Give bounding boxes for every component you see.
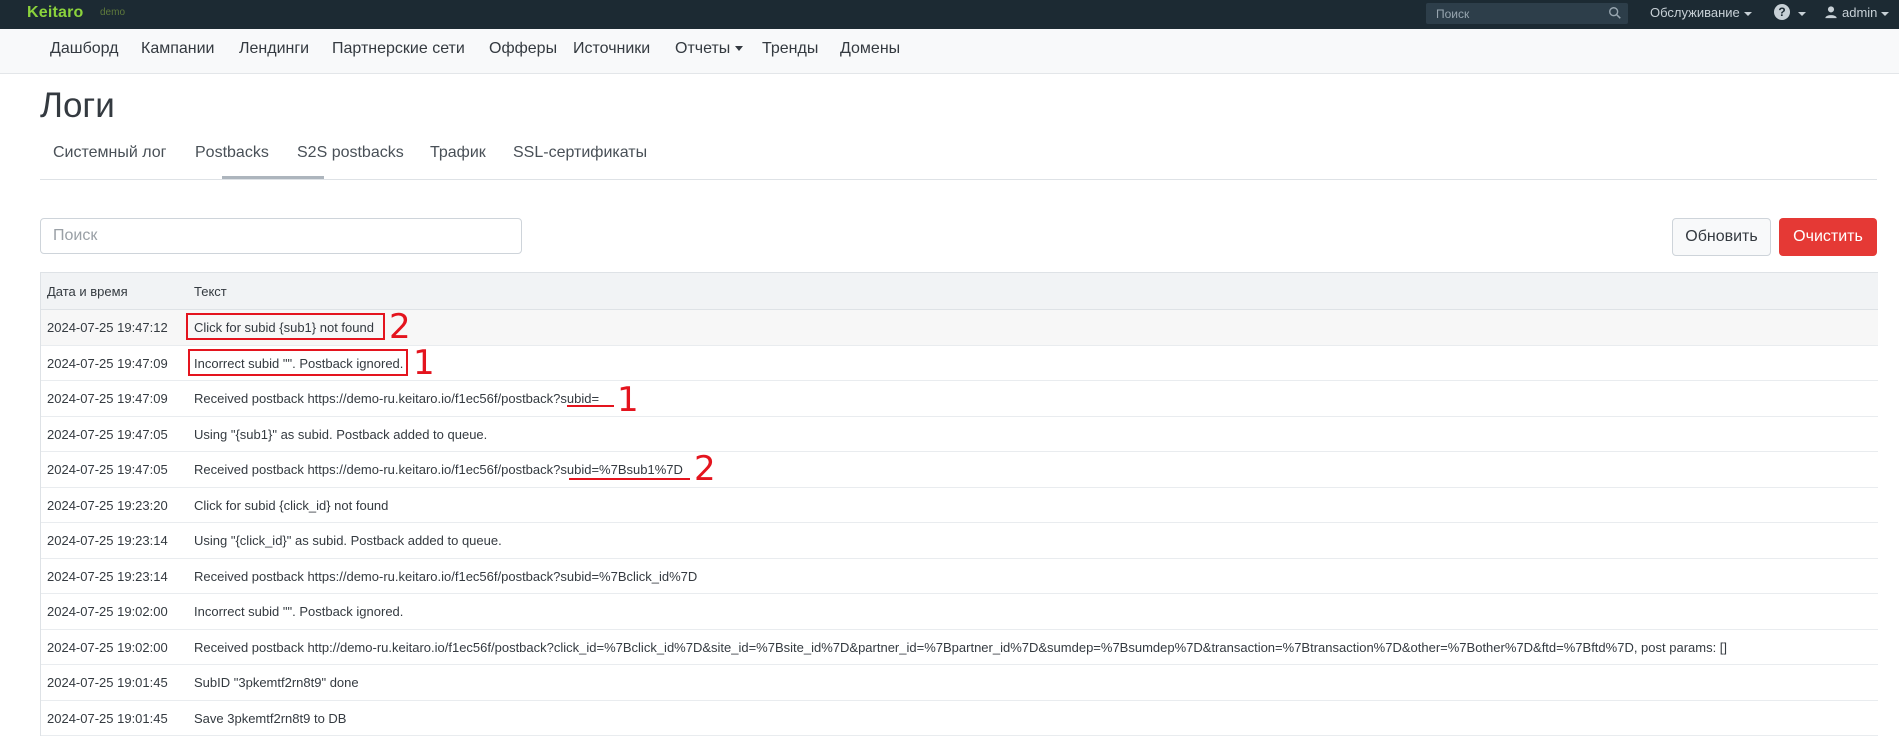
nav-domains[interactable]: Домены xyxy=(840,40,900,58)
table-row: 2024-07-25 19:01:45 SubID "3pkemtf2rn8t9"… xyxy=(41,665,1878,701)
search-placeholder: Поиск xyxy=(53,227,98,244)
service-menu[interactable]: Обслуживание xyxy=(1650,5,1752,20)
row-date: 2024-07-25 19:47:05 xyxy=(47,426,168,442)
row-text: Save 3pkemtf2rn8t9 to DB xyxy=(194,710,347,726)
row-date: 2024-07-25 19:23:14 xyxy=(47,568,168,584)
page-title: Логи xyxy=(40,86,115,125)
annotation-number-2: 2 xyxy=(389,307,411,347)
search-icon[interactable] xyxy=(1608,6,1622,20)
top-search-field[interactable]: Поиск xyxy=(1426,3,1628,24)
annotation-number-2: 2 xyxy=(694,449,716,489)
row-date: 2024-07-25 19:01:45 xyxy=(47,675,168,690)
nav-trends[interactable]: Тренды xyxy=(762,40,818,58)
row-date: 2024-07-25 19:47:09 xyxy=(47,355,168,371)
nav-dashboard[interactable]: Дашборд xyxy=(50,40,119,58)
table-row: 2024-07-25 19:23:14 Received postback htt… xyxy=(41,559,1878,594)
row-text: Incorrect subid "". Postback ignored. xyxy=(194,604,404,619)
table-row: 2024-07-25 19:01:45 Save 3pkemtf2rn8t9 to… xyxy=(41,701,1878,736)
row-date: 2024-07-25 19:02:00 xyxy=(47,639,168,655)
row-text: Using "{click_id}" as subid. Postback ad… xyxy=(194,533,502,548)
annotation-box-2 xyxy=(186,313,385,340)
tab-traffic[interactable]: Трафик xyxy=(430,144,486,162)
tab-s2s-postbacks[interactable]: S2S postbacks xyxy=(297,144,404,162)
nav-landings[interactable]: Лендинги xyxy=(239,40,309,58)
row-date: 2024-07-25 19:47:05 xyxy=(47,462,168,477)
table-row: 2024-07-25 19:47:05 Received postback htt… xyxy=(41,452,1878,488)
main-nav: Дашборд Кампании Лендинги Партнерские се… xyxy=(0,29,1899,74)
row-date: 2024-07-25 19:23:14 xyxy=(47,533,168,548)
row-date: 2024-07-25 19:01:45 xyxy=(47,710,168,726)
row-date: 2024-07-25 19:47:12 xyxy=(47,320,168,335)
annotation-underline-1 xyxy=(567,405,614,407)
row-date: 2024-07-25 19:02:00 xyxy=(47,604,168,619)
clear-button[interactable]: Очистить xyxy=(1779,218,1877,256)
nav-reports-label: Отчеты xyxy=(675,40,731,57)
header-date: Дата и время xyxy=(47,284,128,299)
row-date: 2024-07-25 19:47:09 xyxy=(47,391,168,406)
app-logo[interactable]: Keitaro xyxy=(27,4,84,22)
table-row: 2024-07-25 19:23:20 Click for subid {clic… xyxy=(41,488,1878,523)
table-row: 2024-07-25 19:23:14 Using "{click_id}" as… xyxy=(41,523,1878,559)
annotation-number-1: 1 xyxy=(413,343,435,383)
tab-postbacks[interactable]: Postbacks xyxy=(195,144,269,162)
row-text: Using "{sub1}" as subid. Postback added … xyxy=(194,426,488,442)
table-row: 2024-07-25 19:47:09 Received postback htt… xyxy=(41,381,1878,417)
row-text: Click for subid {click_id} not found xyxy=(194,497,389,513)
chevron-down-icon xyxy=(1881,11,1890,16)
row-text: Received postback https://demo-ru.keitar… xyxy=(194,568,698,584)
table-row: 2024-07-25 19:02:00 Incorrect subid "". P… xyxy=(41,594,1878,630)
row-text: Received postback https://demo-ru.keitar… xyxy=(194,391,600,406)
table-header: Дата и время Текст xyxy=(41,273,1878,310)
user-menu-label: admin xyxy=(1842,5,1878,20)
tab-ssl-certificates[interactable]: SSL-сертификаты xyxy=(513,144,647,162)
help-icon[interactable]: ? xyxy=(1774,4,1790,20)
row-text: Received postback https://demo-ru.keitar… xyxy=(194,462,683,477)
row-text: Received postback http://demo-ru.keitaro… xyxy=(194,639,1728,655)
user-icon xyxy=(1825,6,1837,19)
annotation-underline-2 xyxy=(569,478,690,480)
row-text: SubID "3pkemtf2rn8t9" done xyxy=(194,675,359,690)
annotation-box-1 xyxy=(188,349,408,376)
header-text: Текст xyxy=(194,284,227,299)
active-tab-indicator xyxy=(222,176,324,179)
nav-campaigns[interactable]: Кампании xyxy=(141,40,215,58)
chevron-down-icon xyxy=(1798,12,1806,16)
chevron-down-icon xyxy=(735,46,744,52)
service-menu-label: Обслуживание xyxy=(1650,5,1740,20)
annotation-number-1: 1 xyxy=(617,380,639,420)
table-row: 2024-07-25 19:47:05 Using "{sub1}" as sub… xyxy=(41,417,1878,452)
log-table: Дата и время Текст 2024-07-25 19:47:12 Cl… xyxy=(40,272,1878,736)
top-bar: Keitaro demo Поиск Обслуживание ? admin xyxy=(0,0,1899,29)
row-date: 2024-07-25 19:23:20 xyxy=(47,497,168,513)
nav-offers[interactable]: Офферы xyxy=(489,40,557,58)
log-search-input[interactable]: Поиск xyxy=(40,218,522,254)
user-menu[interactable]: admin xyxy=(1842,5,1890,20)
table-row: 2024-07-25 19:02:00 Received postback htt… xyxy=(41,630,1878,665)
chevron-down-icon xyxy=(1743,11,1752,16)
log-tabs: Системный лог Postbacks S2S postbacks Тр… xyxy=(40,141,1877,180)
nav-affiliate-networks[interactable]: Партнерские сети xyxy=(332,40,465,58)
tab-system-log[interactable]: Системный лог xyxy=(53,144,167,162)
refresh-button[interactable]: Обновить xyxy=(1672,218,1771,256)
nav-sources[interactable]: Источники xyxy=(573,40,650,58)
top-search-placeholder: Поиск xyxy=(1436,7,1470,21)
nav-reports[interactable]: Отчеты xyxy=(675,40,744,58)
logo-tag: demo xyxy=(100,7,126,18)
